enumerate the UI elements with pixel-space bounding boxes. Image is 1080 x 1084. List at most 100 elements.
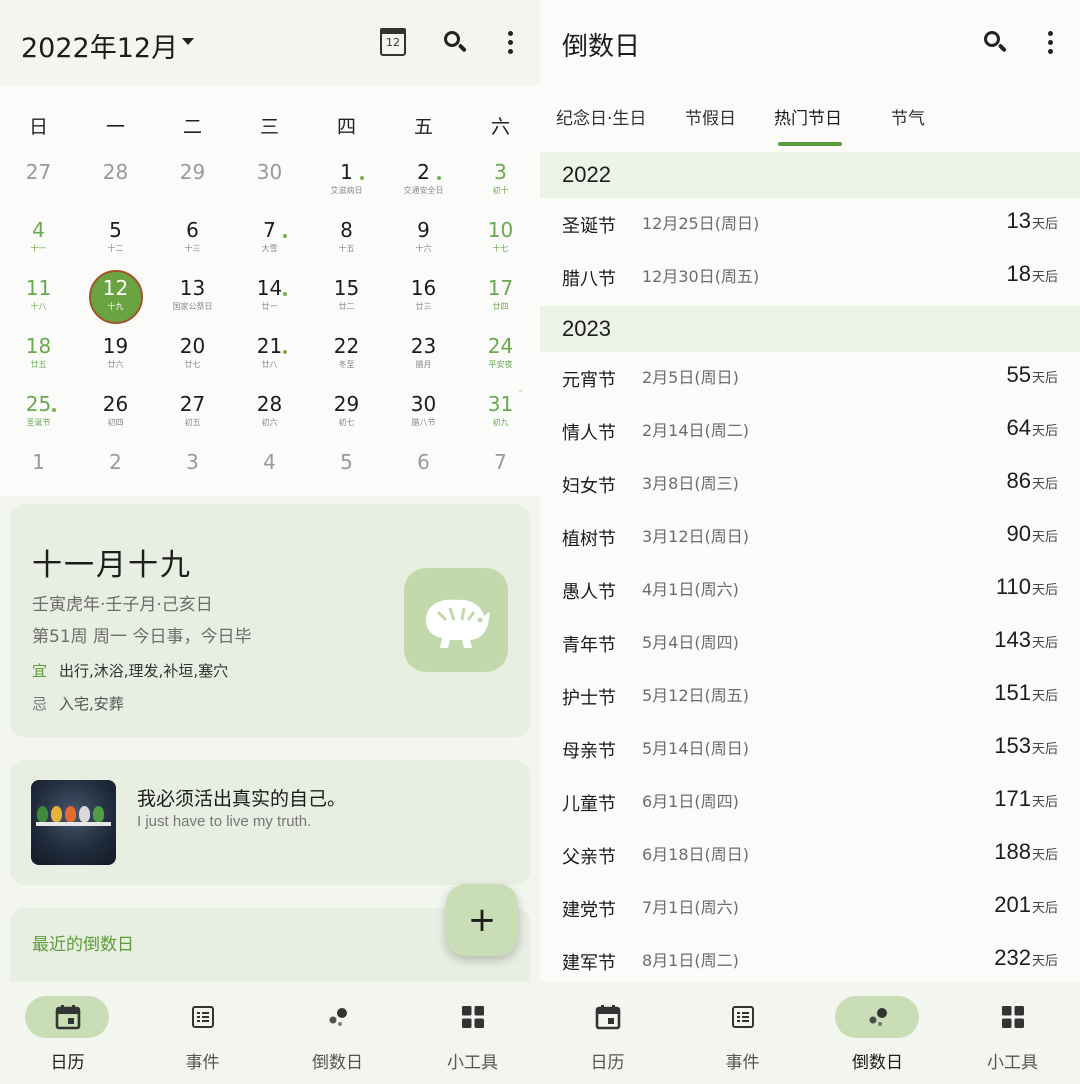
day-cell[interactable]: 27 (0, 154, 77, 212)
day-cell[interactable]: 4 (231, 444, 308, 502)
day-cell[interactable]: 6 (385, 444, 462, 502)
day-cell[interactable]: 30 腊八节 (385, 386, 462, 444)
tab-popular-festivals[interactable]: 热门节日 (774, 104, 842, 129)
month-picker[interactable]: 2022年12月 (21, 26, 178, 65)
day-cell[interactable]: 24 平安夜 (462, 328, 539, 386)
day-cell[interactable]: 14 廿一 (231, 270, 308, 328)
countdown-row[interactable]: 情人节 2月14日(周二) 64天后 (540, 405, 1080, 458)
day-cell[interactable]: 7 (462, 444, 539, 502)
countdown-row[interactable]: 儿童节 6月1日(周四) 171天后 (540, 776, 1080, 829)
search-icon (984, 31, 1007, 53)
tab-solar-terms[interactable]: 节气 (891, 104, 925, 129)
tab-holidays[interactable]: 节假日 (685, 104, 736, 129)
day-cell[interactable]: 5 (308, 444, 385, 502)
day-cell[interactable]: 26 初四 (77, 386, 154, 444)
day-cell[interactable]: 13 国家公祭日 (154, 270, 231, 328)
day-cell[interactable]: 25 圣诞节 (0, 386, 77, 444)
recent-countdown-title: 最近的倒数日 (32, 935, 134, 955)
dropdown-caret-icon[interactable] (182, 38, 194, 45)
tab-anniversary[interactable]: 纪念日·生日 (556, 104, 646, 129)
more-options-button[interactable] (1030, 22, 1070, 62)
day-cell[interactable]: 5 十二 (77, 212, 154, 270)
day-cell[interactable]: 16 廿三 (385, 270, 462, 328)
day-cell[interactable]: 1 (0, 444, 77, 502)
day-number: 2 (417, 160, 430, 184)
widgets-icon (460, 1004, 486, 1030)
day-cell[interactable]: 15 廿二 (308, 270, 385, 328)
day-cell[interactable]: 4 十一 (0, 212, 77, 270)
day-cell[interactable]: 10 十七 (462, 212, 539, 270)
lunar-info-card[interactable]: 十一月十九 壬寅虎年·壬子月·己亥日 第51周 周一 今日事，今日毕 宜出行,沐… (10, 504, 530, 737)
nav-item-calendar[interactable]: 日历 (0, 982, 135, 1084)
day-cell[interactable]: 11 十八 (0, 270, 77, 328)
search-button[interactable] (435, 22, 475, 62)
day-cell[interactable]: 21 廿八 (231, 328, 308, 386)
festival-name: 青年节 (562, 635, 616, 656)
days-number: 90 (1006, 521, 1031, 546)
day-cell[interactable]: 29 初七 (308, 386, 385, 444)
day-cell[interactable]: 18 廿五 (0, 328, 77, 386)
day-cell[interactable]: 23 腊月 (385, 328, 462, 386)
day-cell[interactable]: 3 (154, 444, 231, 502)
countdown-row[interactable]: 建军节 8月1日(周二) 232天后 (540, 935, 1080, 988)
countdown-row[interactable]: 植树节 3月12日(周日) 90天后 (540, 511, 1080, 564)
festival-name: 圣诞节 (562, 216, 616, 237)
days-unit: 天后 (1031, 583, 1058, 598)
go-to-today-button[interactable]: 12 (373, 22, 413, 62)
nav-label: 事件 (725, 1053, 760, 1073)
nav-item-widgets[interactable]: 小工具 (945, 982, 1080, 1084)
add-event-button[interactable]: + (446, 884, 518, 956)
day-cell[interactable]: 8 十五 (308, 212, 385, 270)
day-cell[interactable]: 30 (231, 154, 308, 212)
day-cell[interactable]: 22 冬至 (308, 328, 385, 386)
nav-item-countdown[interactable]: 倒数日 (270, 982, 405, 1084)
day-cell[interactable]: 1 艾滋病日 (308, 154, 385, 212)
day-number: 5 (340, 450, 353, 474)
day-cell[interactable]: 20 廿七 (154, 328, 231, 386)
day-cell[interactable]: 6 十三 (154, 212, 231, 270)
day-cell[interactable]: 17 廿四 (462, 270, 539, 328)
note-mark: ″ (519, 390, 523, 400)
nav-label: 小工具 (987, 1053, 1038, 1073)
countdown-row[interactable]: 护士节 5月12日(周五) 151天后 (540, 670, 1080, 723)
festival-name: 妇女节 (562, 476, 616, 497)
nav-item-widgets[interactable]: 小工具 (405, 982, 540, 1084)
day-cell[interactable]: 28 (77, 154, 154, 212)
search-button[interactable] (975, 22, 1015, 62)
day-cell-today[interactable]: 12 十九 (77, 270, 154, 328)
countdown-row[interactable]: 父亲节 6月18日(周日) 188天后 (540, 829, 1080, 882)
day-cell[interactable]: 29 (154, 154, 231, 212)
day-cell[interactable]: 3 初十 (462, 154, 539, 212)
day-cell[interactable]: 2 交通安全日 (385, 154, 462, 212)
day-cell[interactable]: 9 十六 (385, 212, 462, 270)
day-cell[interactable]: 28 初六 (231, 386, 308, 444)
day-cell[interactable]: 7 大雪 (231, 212, 308, 270)
lunar-label: 交通安全日 (403, 186, 444, 195)
lunar-label: 十九 (107, 302, 124, 311)
countdown-row[interactable]: 建党节 7月1日(周六) 201天后 (540, 882, 1080, 935)
nav-item-countdown[interactable]: 倒数日 (810, 982, 945, 1084)
countdown-row[interactable]: 青年节 5月4日(周四) 143天后 (540, 617, 1080, 670)
daily-quote-card[interactable]: 我必须活出真实的自己。 I just have to live my truth… (10, 760, 530, 885)
nav-item-calendar[interactable]: 日历 (540, 982, 675, 1084)
day-number: 30 (256, 160, 283, 184)
countdown-row[interactable]: 圣诞节 12月25日(周日) 13天后 (540, 198, 1080, 251)
countdown-row[interactable]: 妇女节 3月8日(周三) 86天后 (540, 458, 1080, 511)
countdown-row[interactable]: 母亲节 5月14日(周日) 153天后 (540, 723, 1080, 776)
quote-image (31, 780, 116, 865)
calendar-header: 2022年12月 12 (0, 0, 540, 86)
day-number: 7 (494, 450, 507, 474)
days-number: 153 (994, 733, 1031, 758)
countdown-row[interactable]: 愚人节 4月1日(周六) 110天后 (540, 564, 1080, 617)
nav-item-list[interactable]: 事件 (675, 982, 810, 1084)
day-number: 18 (25, 334, 52, 358)
countdown-row[interactable]: 元宵节 2月5日(周日) 55天后 (540, 352, 1080, 405)
more-options-button[interactable] (490, 22, 530, 62)
day-cell[interactable]: 31 初九 ″ (462, 386, 539, 444)
day-cell[interactable]: 2 (77, 444, 154, 502)
countdown-row[interactable]: 腊八节 12月30日(周五) 18天后 (540, 251, 1080, 304)
day-cell[interactable]: 19 廿六 (77, 328, 154, 386)
lunar-label: 十三 (184, 244, 201, 253)
nav-item-list[interactable]: 事件 (135, 982, 270, 1084)
day-cell[interactable]: 27 初五 (154, 386, 231, 444)
